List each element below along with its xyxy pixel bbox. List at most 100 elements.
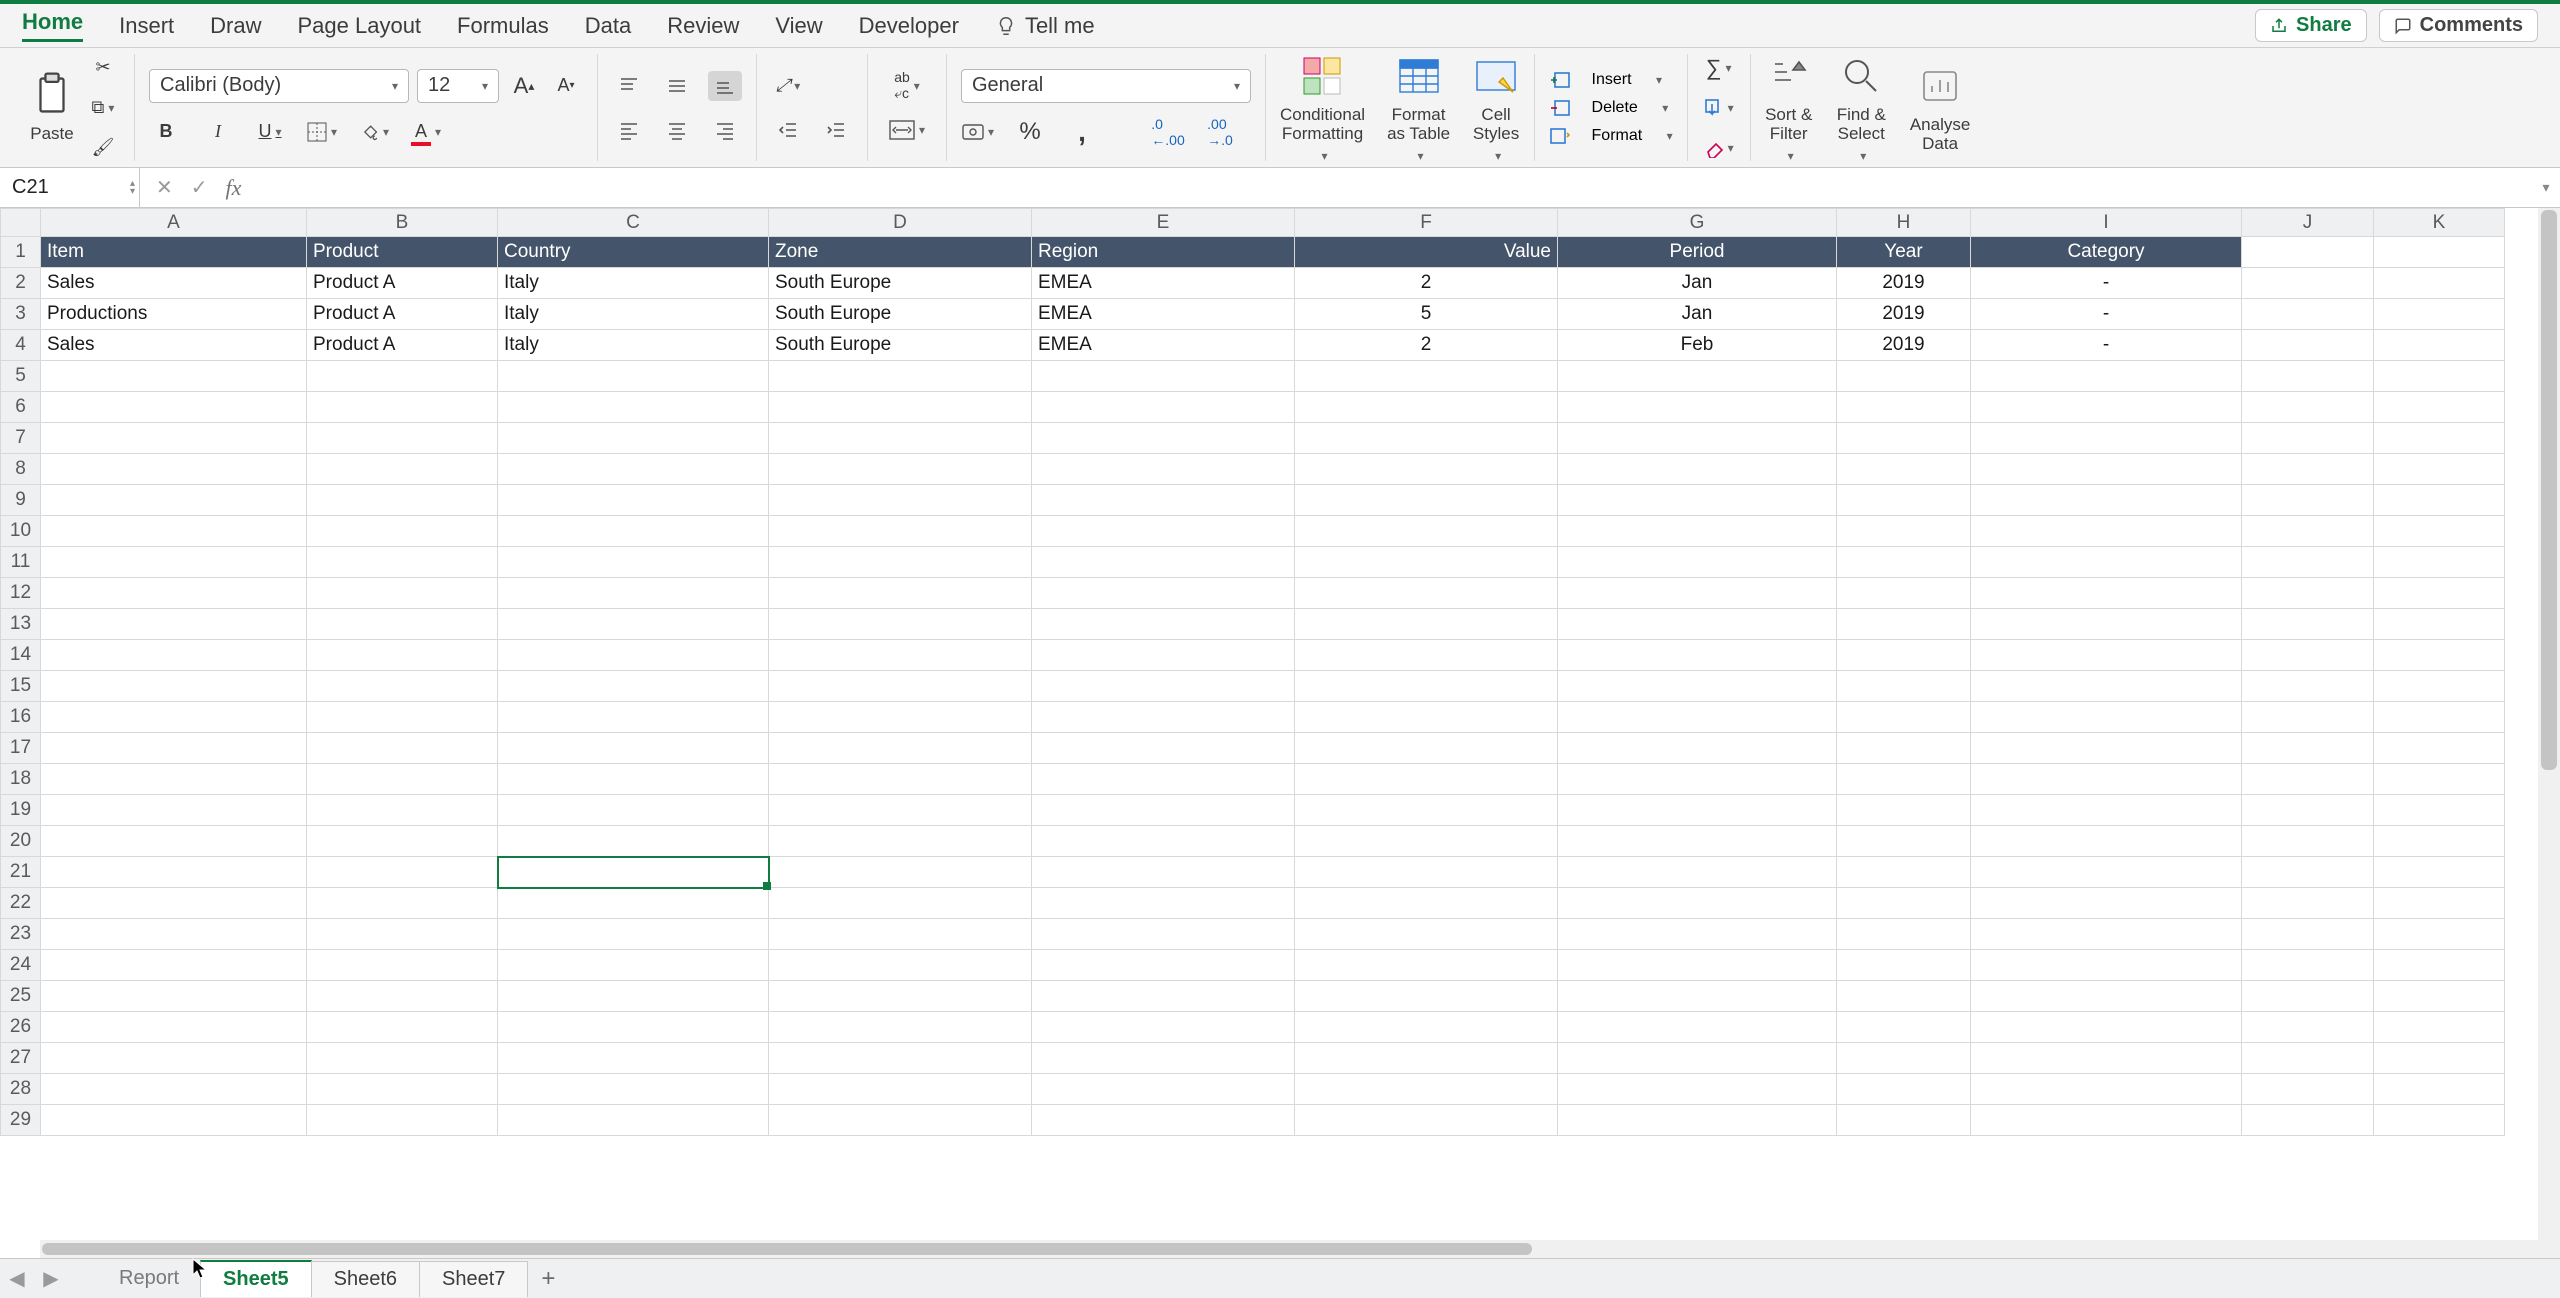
row-header-24[interactable]: 24 (1, 950, 41, 981)
cell[interactable] (2242, 640, 2374, 671)
fx-icon[interactable]: fx (226, 175, 242, 201)
cell[interactable]: Product A (307, 299, 498, 330)
cell[interactable] (769, 1043, 1032, 1074)
cell[interactable]: Product A (307, 330, 498, 361)
cell[interactable] (1032, 547, 1295, 578)
cell[interactable] (769, 950, 1032, 981)
cell[interactable] (1837, 609, 1971, 640)
cell[interactable] (41, 795, 307, 826)
cell[interactable] (769, 578, 1032, 609)
cell[interactable] (1295, 1012, 1558, 1043)
cell[interactable] (769, 516, 1032, 547)
cell[interactable] (2242, 919, 2374, 950)
cell[interactable] (2374, 1074, 2505, 1105)
cell[interactable] (41, 733, 307, 764)
cell[interactable] (2374, 299, 2505, 330)
cell[interactable] (1558, 609, 1837, 640)
cell[interactable]: 2 (1295, 330, 1558, 361)
cell[interactable]: - (1971, 299, 2242, 330)
row-header-6[interactable]: 6 (1, 392, 41, 423)
cell[interactable] (1971, 733, 2242, 764)
align-center-button[interactable] (660, 115, 694, 145)
row-header-22[interactable]: 22 (1, 888, 41, 919)
cell[interactable] (498, 702, 769, 733)
cell[interactable] (1971, 609, 2242, 640)
cell[interactable] (2242, 547, 2374, 578)
cell[interactable] (1032, 609, 1295, 640)
cell[interactable] (1558, 640, 1837, 671)
cell[interactable]: Jan (1558, 268, 1837, 299)
add-sheet-button[interactable]: + (528, 1265, 568, 1293)
tab-developer[interactable]: Developer (859, 13, 959, 39)
row-header-2[interactable]: 2 (1, 268, 41, 299)
row-header-16[interactable]: 16 (1, 702, 41, 733)
cell[interactable] (41, 1105, 307, 1136)
row-header-19[interactable]: 19 (1, 795, 41, 826)
cell[interactable] (307, 919, 498, 950)
cell[interactable]: South Europe (769, 299, 1032, 330)
cell[interactable] (1558, 733, 1837, 764)
cell[interactable] (307, 516, 498, 547)
expand-formula-bar-button[interactable]: ▾ (2532, 179, 2560, 196)
cell[interactable] (1837, 888, 1971, 919)
cell[interactable] (307, 423, 498, 454)
cell[interactable] (2374, 857, 2505, 888)
cell[interactable] (2374, 454, 2505, 485)
cell[interactable] (1295, 857, 1558, 888)
cell[interactable] (1971, 857, 2242, 888)
cell[interactable] (41, 671, 307, 702)
cell[interactable] (498, 826, 769, 857)
cell[interactable] (1295, 640, 1558, 671)
cell[interactable] (2242, 950, 2374, 981)
cell[interactable] (2374, 764, 2505, 795)
cell[interactable] (1971, 888, 2242, 919)
cell[interactable] (41, 454, 307, 485)
cell[interactable] (1032, 981, 1295, 1012)
cell[interactable] (1032, 1074, 1295, 1105)
cell[interactable] (41, 516, 307, 547)
cell[interactable] (769, 795, 1032, 826)
cell[interactable] (1837, 702, 1971, 733)
cell[interactable] (498, 423, 769, 454)
row-header-12[interactable]: 12 (1, 578, 41, 609)
cell[interactable] (41, 361, 307, 392)
cell[interactable]: Italy (498, 268, 769, 299)
cell[interactable] (2242, 423, 2374, 454)
tab-data[interactable]: Data (585, 13, 631, 39)
cell[interactable] (1295, 1105, 1558, 1136)
cell[interactable] (1558, 857, 1837, 888)
cell[interactable] (1295, 609, 1558, 640)
cell[interactable] (1837, 1074, 1971, 1105)
name-box-spinner[interactable]: ▴▾ (130, 180, 135, 196)
row-header-18[interactable]: 18 (1, 764, 41, 795)
font-color-button[interactable]: A (409, 117, 443, 147)
cell[interactable]: Year (1837, 237, 1971, 268)
cell[interactable]: 2019 (1837, 268, 1971, 299)
row-header-9[interactable]: 9 (1, 485, 41, 516)
vertical-scrollbar[interactable] (2538, 208, 2560, 1258)
cell[interactable] (1971, 485, 2242, 516)
cell[interactable]: - (1971, 268, 2242, 299)
cell[interactable] (2242, 361, 2374, 392)
cell[interactable] (1032, 423, 1295, 454)
row-header-7[interactable]: 7 (1, 423, 41, 454)
underline-button[interactable]: U (253, 117, 287, 147)
cell[interactable] (2242, 268, 2374, 299)
comments-button[interactable]: Comments (2379, 9, 2538, 42)
row-header-13[interactable]: 13 (1, 609, 41, 640)
cell[interactable] (1971, 361, 2242, 392)
paste-button[interactable]: Paste (28, 71, 76, 144)
cell[interactable] (2242, 1105, 2374, 1136)
cell[interactable]: Item (41, 237, 307, 268)
cell[interactable]: Italy (498, 299, 769, 330)
cell[interactable] (1558, 454, 1837, 485)
cell[interactable] (307, 1012, 498, 1043)
cell[interactable] (1971, 547, 2242, 578)
orientation-button[interactable]: ⤢ (771, 71, 805, 101)
cell[interactable] (1971, 919, 2242, 950)
number-format-combo[interactable]: General▾ (961, 69, 1251, 103)
cell[interactable]: Period (1558, 237, 1837, 268)
cell[interactable] (1837, 361, 1971, 392)
cell[interactable]: 2019 (1837, 330, 1971, 361)
cell[interactable] (498, 950, 769, 981)
